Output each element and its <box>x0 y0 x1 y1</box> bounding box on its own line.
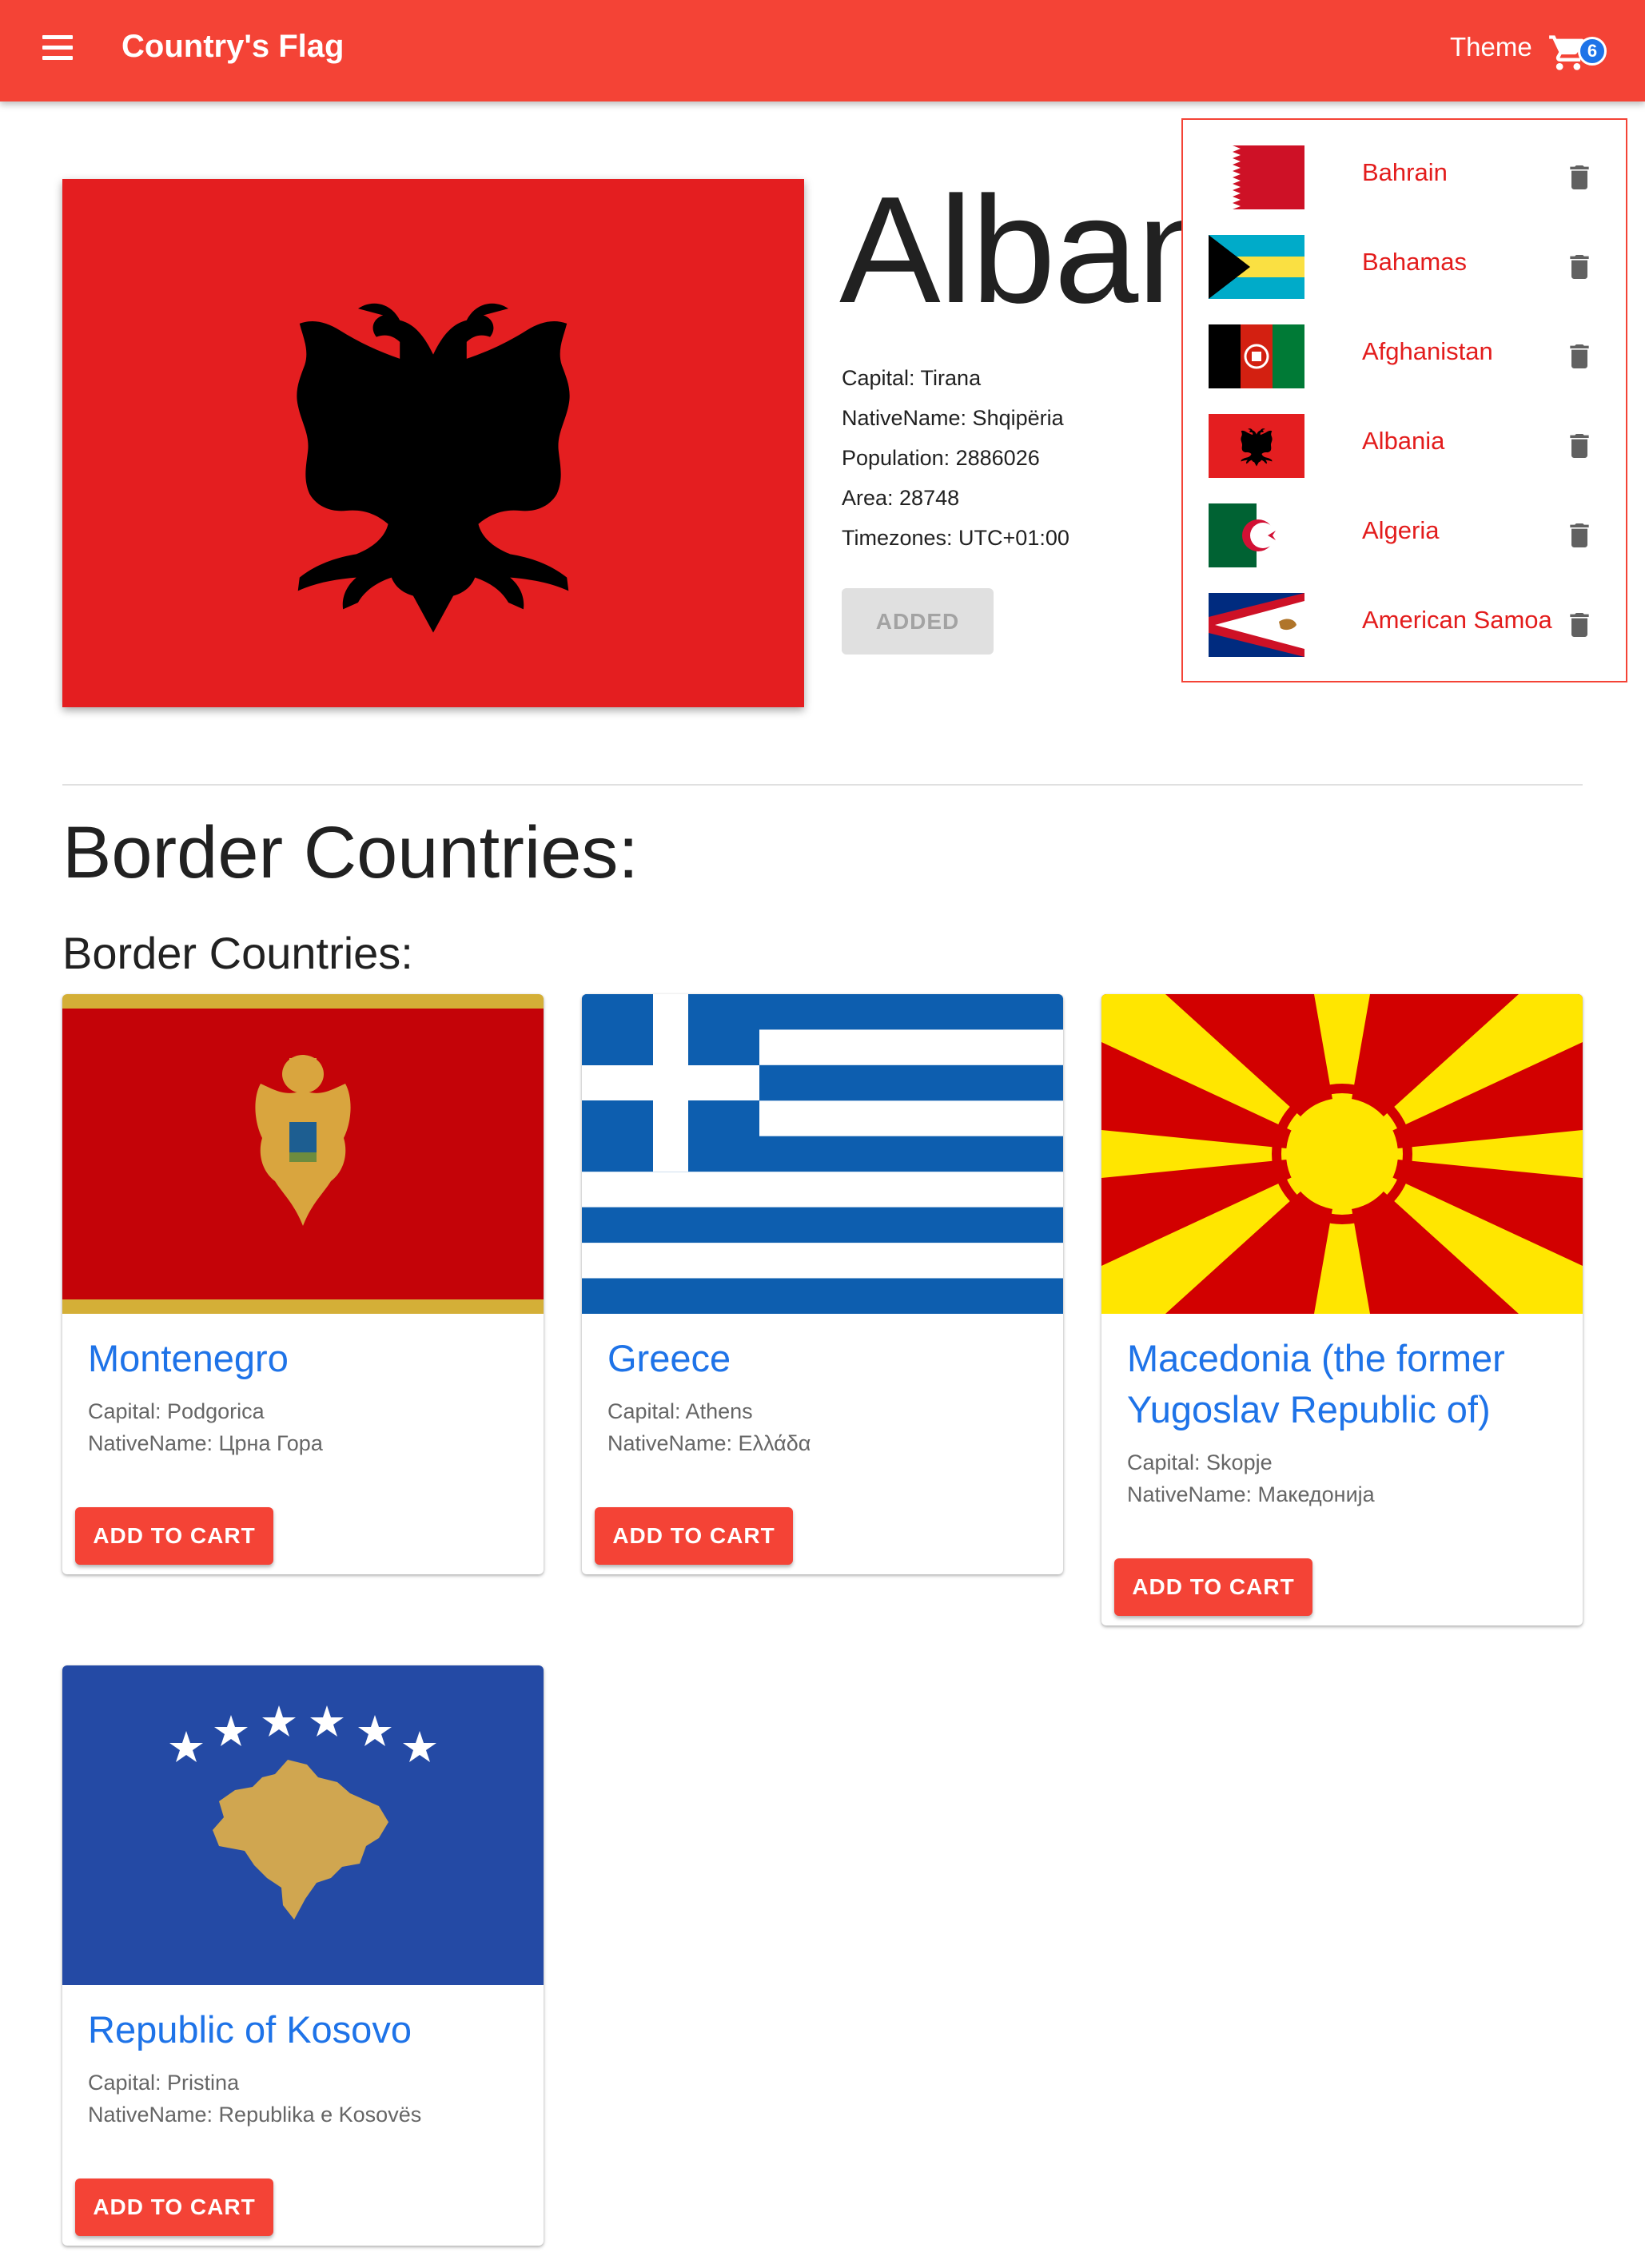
card-native-name: NativeName: Македонија <box>1127 1482 1375 1506</box>
greece-flag[interactable] <box>582 994 1063 1314</box>
card-capital: Capital: Pristina <box>88 2071 240 2095</box>
country-card: Republic of Kosovo Capital: Pristina Nat… <box>62 1665 544 2246</box>
theme-button[interactable]: Theme <box>1450 32 1532 62</box>
cart-popup: Bahrain Bahamas Afghanistan Albania Alge… <box>1181 118 1627 682</box>
trash-icon[interactable] <box>1563 427 1595 465</box>
trash-icon[interactable] <box>1563 337 1595 376</box>
trash-icon[interactable] <box>1563 516 1595 555</box>
added-button[interactable]: ADDED <box>842 588 994 655</box>
app-title: Country's Flag <box>121 29 345 64</box>
card-capital: Capital: Athens <box>607 1399 753 1423</box>
card-country-name[interactable]: Republic of Kosovo <box>88 2004 536 2055</box>
add-to-cart-button[interactable]: ADD TO CART <box>75 1507 273 1565</box>
cart-item-name[interactable]: Afghanistan <box>1362 337 1493 366</box>
card-native-name: NativeName: Ελλάδα <box>607 1431 811 1455</box>
detail-capital: Capital: Tirana <box>842 366 982 390</box>
card-native-name: NativeName: Црна Гора <box>88 1431 323 1455</box>
albania-flag <box>1209 414 1304 478</box>
cart-item-name[interactable]: Algeria <box>1362 516 1440 545</box>
cart-button[interactable]: 6 <box>1547 29 1607 77</box>
country-flag-image <box>62 179 804 707</box>
border-countries-subheading: Border Countries: <box>62 928 413 978</box>
country-card: Macedonia (the former Yugoslav Republic … <box>1101 994 1583 1625</box>
country-card: Greece Capital: Athens NativeName: Ελλάδ… <box>582 994 1063 1574</box>
cart-item-name[interactable]: American Samoa <box>1362 606 1552 635</box>
country-card: Montenegro Capital: Podgorica NativeName… <box>62 994 544 1574</box>
menu-icon[interactable] <box>40 35 75 67</box>
cart-item: Bahamas <box>1209 235 1624 299</box>
cart-item: Bahrain <box>1209 145 1624 209</box>
add-to-cart-button[interactable]: ADD TO CART <box>1114 1558 1312 1616</box>
cart-item: American Samoa <box>1209 593 1624 657</box>
add-to-cart-button[interactable]: ADD TO CART <box>595 1507 793 1565</box>
macedonia-flag[interactable] <box>1101 994 1583 1314</box>
section-divider <box>62 784 1583 786</box>
country-details: Capital: Tirana NativeName: Shqipëria Po… <box>842 358 1069 558</box>
detail-area: Area: 28748 <box>842 486 960 510</box>
cart-item-name[interactable]: Bahrain <box>1362 158 1448 187</box>
card-capital: Capital: Skopje <box>1127 1450 1273 1474</box>
kosovo-flag[interactable] <box>62 1665 544 1985</box>
card-country-name[interactable]: Macedonia (the former Yugoslav Republic … <box>1127 1333 1575 1435</box>
afghanistan-flag <box>1209 324 1304 388</box>
trash-icon[interactable] <box>1563 158 1595 197</box>
card-country-name[interactable]: Montenegro <box>88 1333 536 1384</box>
cart-item-name[interactable]: Bahamas <box>1362 248 1467 277</box>
bahamas-flag <box>1209 235 1304 299</box>
card-country-name[interactable]: Greece <box>607 1333 1055 1384</box>
american-samoa-flag <box>1209 593 1304 657</box>
cart-item: Afghanistan <box>1209 324 1624 388</box>
trash-icon[interactable] <box>1563 606 1595 644</box>
algeria-flag <box>1209 503 1304 567</box>
card-native-name: NativeName: Republika e Kosovës <box>88 2103 422 2127</box>
detail-population: Population: 2886026 <box>842 446 1040 470</box>
cart-item: Albania <box>1209 414 1624 478</box>
trash-icon[interactable] <box>1563 248 1595 286</box>
card-capital: Capital: Podgorica <box>88 1399 265 1423</box>
detail-timezones: Timezones: UTC+01:00 <box>842 526 1069 550</box>
cart-item-name[interactable]: Albania <box>1362 427 1444 456</box>
cart-count-badge: 6 <box>1578 37 1607 66</box>
detail-native-name: NativeName: Shqipëria <box>842 406 1064 430</box>
cart-item: Algeria <box>1209 503 1624 567</box>
montenegro-flag[interactable] <box>62 994 544 1314</box>
bahrain-flag <box>1209 145 1304 209</box>
app-bar: Country's Flag Theme 6 <box>0 0 1645 101</box>
add-to-cart-button[interactable]: ADD TO CART <box>75 2178 273 2236</box>
border-countries-heading: Border Countries: <box>62 812 639 893</box>
